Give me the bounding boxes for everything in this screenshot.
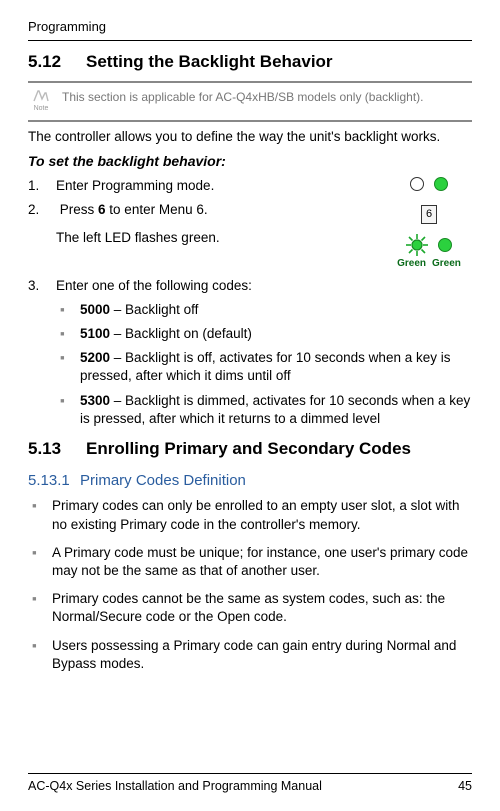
section-512-text: Setting the Backlight Behavior xyxy=(86,52,333,71)
led-off-icon xyxy=(410,177,424,191)
led-flashing-green-icon xyxy=(406,234,428,256)
step-2-row: 2. Press 6 to enter Menu 6. The left LED… xyxy=(28,201,472,270)
note-icon: Note xyxy=(28,89,54,113)
section-5131-num: 5.13.1 xyxy=(28,471,80,491)
list-item: ▪ Primary codes can only be enrolled to … xyxy=(32,497,472,533)
led-right-label: Green xyxy=(432,257,461,271)
bullet-icon: ▪ xyxy=(32,497,42,533)
bullet-icon: ▪ xyxy=(32,590,42,626)
code-desc: – Backlight is dimmed, activates for 10 … xyxy=(80,393,470,426)
footer-page-number: 45 xyxy=(458,778,472,795)
section-513-title: 5.13Enrolling Primary and Secondary Code… xyxy=(28,438,472,461)
bullet-icon: ▪ xyxy=(60,349,70,385)
step-2-post: to enter Menu 6. xyxy=(106,202,208,217)
bullet-text: Users possessing a Primary code can gain… xyxy=(52,637,472,673)
list-item: ▪ 5300 – Backlight is dimmed, activates … xyxy=(60,392,472,428)
step-1-text: Enter Programming mode. xyxy=(56,177,376,195)
code-value: 5000 xyxy=(80,302,110,317)
bullet-text: Primary codes can only be enrolled to an… xyxy=(52,497,472,533)
footer-divider xyxy=(28,773,472,774)
bullet-text: A Primary code must be unique; for insta… xyxy=(52,544,472,580)
code-value: 5200 xyxy=(80,350,110,365)
list-item: ▪ A Primary code must be unique; for ins… xyxy=(32,544,472,580)
page-header-label: Programming xyxy=(28,18,472,36)
section-513-text: Enrolling Primary and Secondary Codes xyxy=(86,439,411,458)
led-green-steady-icon xyxy=(438,238,452,252)
intro-paragraph: The controller allows you to define the … xyxy=(28,128,472,146)
list-item: ▪ Primary codes cannot be the same as sy… xyxy=(32,590,472,626)
section-512-title: 5.12Setting the Backlight Behavior xyxy=(28,51,472,74)
code-desc: – Backlight off xyxy=(110,302,198,317)
section-5131-text: Primary Codes Definition xyxy=(80,472,246,489)
note-icon-label: Note xyxy=(28,104,54,113)
note-block: Note This section is applicable for AC-Q… xyxy=(28,87,472,115)
section-5131-title: 5.13.1Primary Codes Definition xyxy=(28,471,472,491)
step-2-key: 6 xyxy=(98,202,106,217)
procedure-title: To set the backlight behavior: xyxy=(28,152,472,171)
keypad-key-icon: 6 xyxy=(421,205,437,224)
section-513-num: 5.13 xyxy=(28,438,86,461)
list-item: ▪ 5100 – Backlight on (default) xyxy=(60,325,472,343)
header-divider xyxy=(28,40,472,41)
led-green-icon xyxy=(434,177,448,191)
note-rule-bottom xyxy=(28,120,472,122)
code-value: 5300 xyxy=(80,393,110,408)
code-value: 5100 xyxy=(80,326,110,341)
codes-list: ▪ 5000 – Backlight off ▪ 5100 – Backligh… xyxy=(60,301,472,428)
bullet-icon: ▪ xyxy=(60,301,70,319)
led-left-label: Green xyxy=(397,257,426,271)
page-footer: AC-Q4x Series Installation and Programmi… xyxy=(28,773,472,795)
note-text: This section is applicable for AC-Q4xHB/… xyxy=(62,89,423,105)
code-desc: – Backlight is off, activates for 10 sec… xyxy=(80,350,450,383)
primary-bullets-list: ▪ Primary codes can only be enrolled to … xyxy=(32,497,472,673)
step-1-num: 1. xyxy=(28,177,46,195)
bullet-icon: ▪ xyxy=(60,325,70,343)
bullet-text: Primary codes cannot be the same as syst… xyxy=(52,590,472,626)
bullet-icon: ▪ xyxy=(32,544,42,580)
step-2-pre: Press xyxy=(60,202,98,217)
step-3-num: 3. xyxy=(28,277,46,295)
step-2-num: 2. xyxy=(28,201,46,219)
bullet-icon: ▪ xyxy=(60,392,70,428)
code-desc: – Backlight on (default) xyxy=(110,326,252,341)
step-1-row: 1. Enter Programming mode. xyxy=(28,177,472,195)
step-2-graphics: 6 Green xyxy=(386,201,472,270)
list-item: ▪ 5200 – Backlight is off, activates for… xyxy=(60,349,472,385)
list-item: ▪ Users possessing a Primary code can ga… xyxy=(32,637,472,673)
step-2-text: Press 6 to enter Menu 6. The left LED fl… xyxy=(56,201,376,247)
step-3-text: Enter one of the following codes: xyxy=(56,277,472,295)
section-512-num: 5.12 xyxy=(28,51,86,74)
note-rule-top xyxy=(28,81,472,83)
list-item: ▪ 5000 – Backlight off xyxy=(60,301,472,319)
step-1-leds xyxy=(386,177,472,191)
bullet-icon: ▪ xyxy=(32,637,42,673)
footer-left: AC-Q4x Series Installation and Programmi… xyxy=(28,778,322,795)
step-2-led-note: The left LED flashes green. xyxy=(56,229,376,247)
step-3-row: 3. Enter one of the following codes: xyxy=(28,277,472,295)
